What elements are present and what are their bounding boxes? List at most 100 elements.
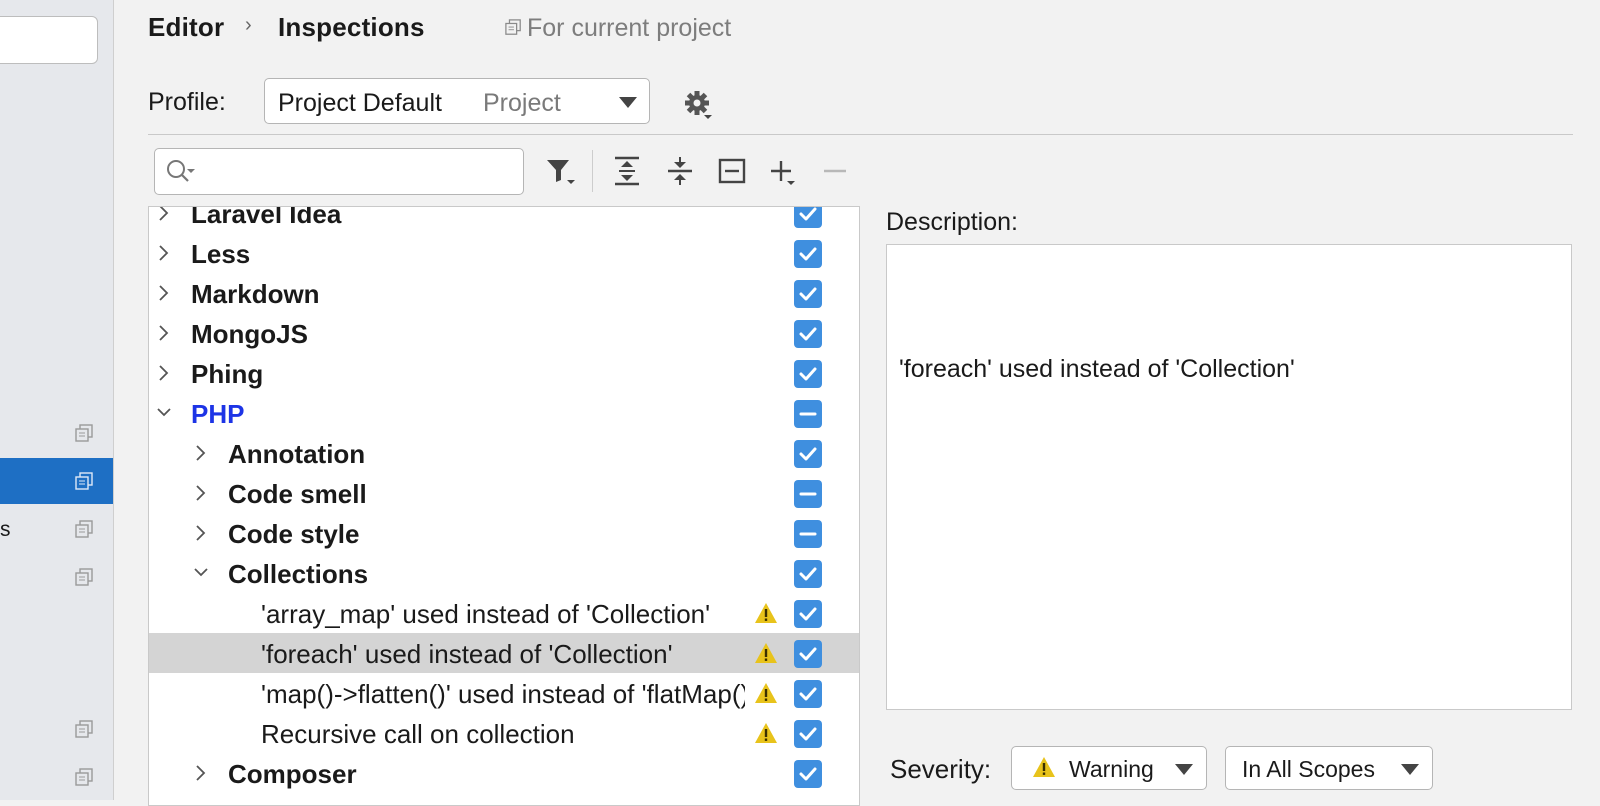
check-icon (799, 327, 817, 341)
tree-group-row[interactable]: PHP (149, 393, 859, 433)
settings-search-input[interactable] (0, 16, 98, 64)
scope-dropdown[interactable]: In All Scopes (1225, 746, 1433, 790)
tree-group-row[interactable]: Code smell (149, 473, 859, 513)
tree-row-label: MongoJS (191, 319, 308, 349)
tree-row-label: Code smell (228, 479, 367, 509)
tree-row-label: PHP (191, 399, 245, 429)
partial-checkbox[interactable] (794, 480, 822, 508)
inspection-search-field[interactable] (154, 148, 524, 195)
description-panel: 'foreach' used instead of 'Collection' (886, 244, 1572, 710)
sidebar-item[interactable] (0, 410, 113, 456)
description-text: 'foreach' used instead of 'Collection' (899, 355, 1295, 383)
collapse-all-icon[interactable] (663, 154, 697, 188)
chevron-right-icon[interactable] (194, 483, 208, 503)
tree-group-row[interactable]: Markdown (149, 273, 859, 313)
chevron-down-icon[interactable] (194, 563, 208, 583)
sidebar-item[interactable] (0, 706, 113, 752)
chevron-down-icon (1175, 764, 1193, 775)
project-scope-icon (75, 472, 93, 490)
chevron-right-icon[interactable] (194, 763, 208, 783)
toolbar-separator (592, 150, 593, 192)
chevron-down-icon[interactable] (157, 403, 171, 423)
inspection-row[interactable]: 'foreach' used instead of 'Collection' (149, 633, 859, 673)
partial-checkbox[interactable] (794, 400, 822, 428)
tree-row-label: Recursive call on collection (261, 719, 575, 749)
inspection-row[interactable]: 'array_map' used instead of 'Collection' (149, 593, 859, 633)
project-scope-icon (75, 768, 93, 786)
tree-row-label: Phing (191, 359, 264, 389)
inspections-tree[interactable]: Laravel Idea Less Markdown MongoJS Phing PHP A… (148, 206, 860, 806)
add-icon[interactable] (767, 154, 801, 188)
search-icon (167, 160, 195, 182)
inspection-row[interactable]: 'map()->flatten()' used instead of 'flat… (149, 673, 859, 713)
check-icon (799, 767, 817, 781)
warning-icon (1033, 757, 1055, 777)
check-icon (799, 207, 817, 221)
tree-group-row[interactable]: Laravel Idea (149, 206, 859, 233)
tree-group-row[interactable]: Composer (149, 753, 859, 793)
sidebar-item[interactable] (0, 754, 113, 800)
checkbox[interactable] (794, 760, 822, 788)
checkbox[interactable] (794, 560, 822, 588)
minus-icon (799, 532, 817, 536)
reset-icon[interactable] (715, 154, 749, 188)
chevron-right-icon[interactable] (157, 323, 171, 343)
checkbox[interactable] (794, 600, 822, 628)
chevron-right-icon[interactable] (194, 523, 208, 543)
chevron-right-icon[interactable] (157, 243, 171, 263)
warning-icon (755, 603, 777, 623)
severity-dropdown[interactable]: Warning (1011, 746, 1207, 790)
search-input[interactable] (205, 157, 509, 187)
tree-group-row[interactable]: Phing (149, 353, 859, 393)
expand-all-icon[interactable] (610, 154, 644, 188)
chevron-right-icon[interactable] (157, 283, 171, 303)
check-icon (799, 687, 817, 701)
sidebar-item[interactable] (0, 554, 113, 600)
checkbox[interactable] (794, 640, 822, 668)
checkbox[interactable] (794, 320, 822, 348)
checkbox[interactable] (794, 440, 822, 468)
checkbox[interactable] (794, 680, 822, 708)
inspection-row[interactable]: Recursive call on collection (149, 713, 859, 753)
tree-row-label: Annotation (228, 439, 366, 469)
sidebar-item-inspections[interactable] (0, 458, 113, 504)
tree-group-row[interactable]: Collections (149, 553, 859, 593)
chevron-right-icon[interactable] (157, 363, 171, 383)
checkbox[interactable] (794, 280, 822, 308)
settings-sidebar: s (0, 0, 114, 800)
tree-row-label: 'array_map' used instead of 'Collection' (261, 599, 711, 629)
tree-group-row[interactable]: Annotation (149, 433, 859, 473)
chevron-down-icon (619, 97, 637, 108)
breadcrumb-editor[interactable]: Editor (148, 12, 224, 43)
check-icon (799, 567, 817, 581)
remove-icon[interactable] (818, 154, 852, 188)
tree-row-label: Less (191, 239, 251, 269)
chevron-right-icon[interactable] (194, 443, 208, 463)
tree-group-row[interactable]: Less (149, 233, 859, 273)
profile-dropdown[interactable]: Project Default Project (264, 78, 650, 124)
checkbox[interactable] (794, 360, 822, 388)
tree-group-row[interactable]: MongoJS (149, 313, 859, 353)
chevron-right-icon[interactable] (157, 206, 171, 223)
project-scope-icon (75, 568, 93, 586)
project-scope-icon (75, 520, 93, 538)
checkbox[interactable] (794, 240, 822, 268)
filter-icon[interactable] (545, 154, 579, 188)
tree-row-label: 'map()->flatten()' used instead of 'flat… (261, 679, 745, 709)
warning-icon (755, 723, 777, 743)
sidebar-item-label: s (0, 518, 11, 541)
tree-row-label: Collections (228, 559, 369, 589)
checkbox[interactable] (794, 720, 822, 748)
sidebar-item[interactable]: s (0, 506, 113, 552)
breadcrumb-inspections: Inspections (278, 12, 425, 42)
checkbox[interactable] (794, 207, 822, 228)
partial-checkbox[interactable] (794, 520, 822, 548)
breadcrumb-separator-icon: › (245, 14, 252, 36)
gear-icon[interactable] (682, 88, 716, 122)
tree-group-row[interactable]: Code style (149, 513, 859, 553)
warning-icon (755, 683, 777, 703)
project-scope-icon (75, 720, 93, 738)
check-icon (799, 287, 817, 301)
profile-label: Profile: (148, 88, 226, 116)
check-icon (799, 727, 817, 741)
